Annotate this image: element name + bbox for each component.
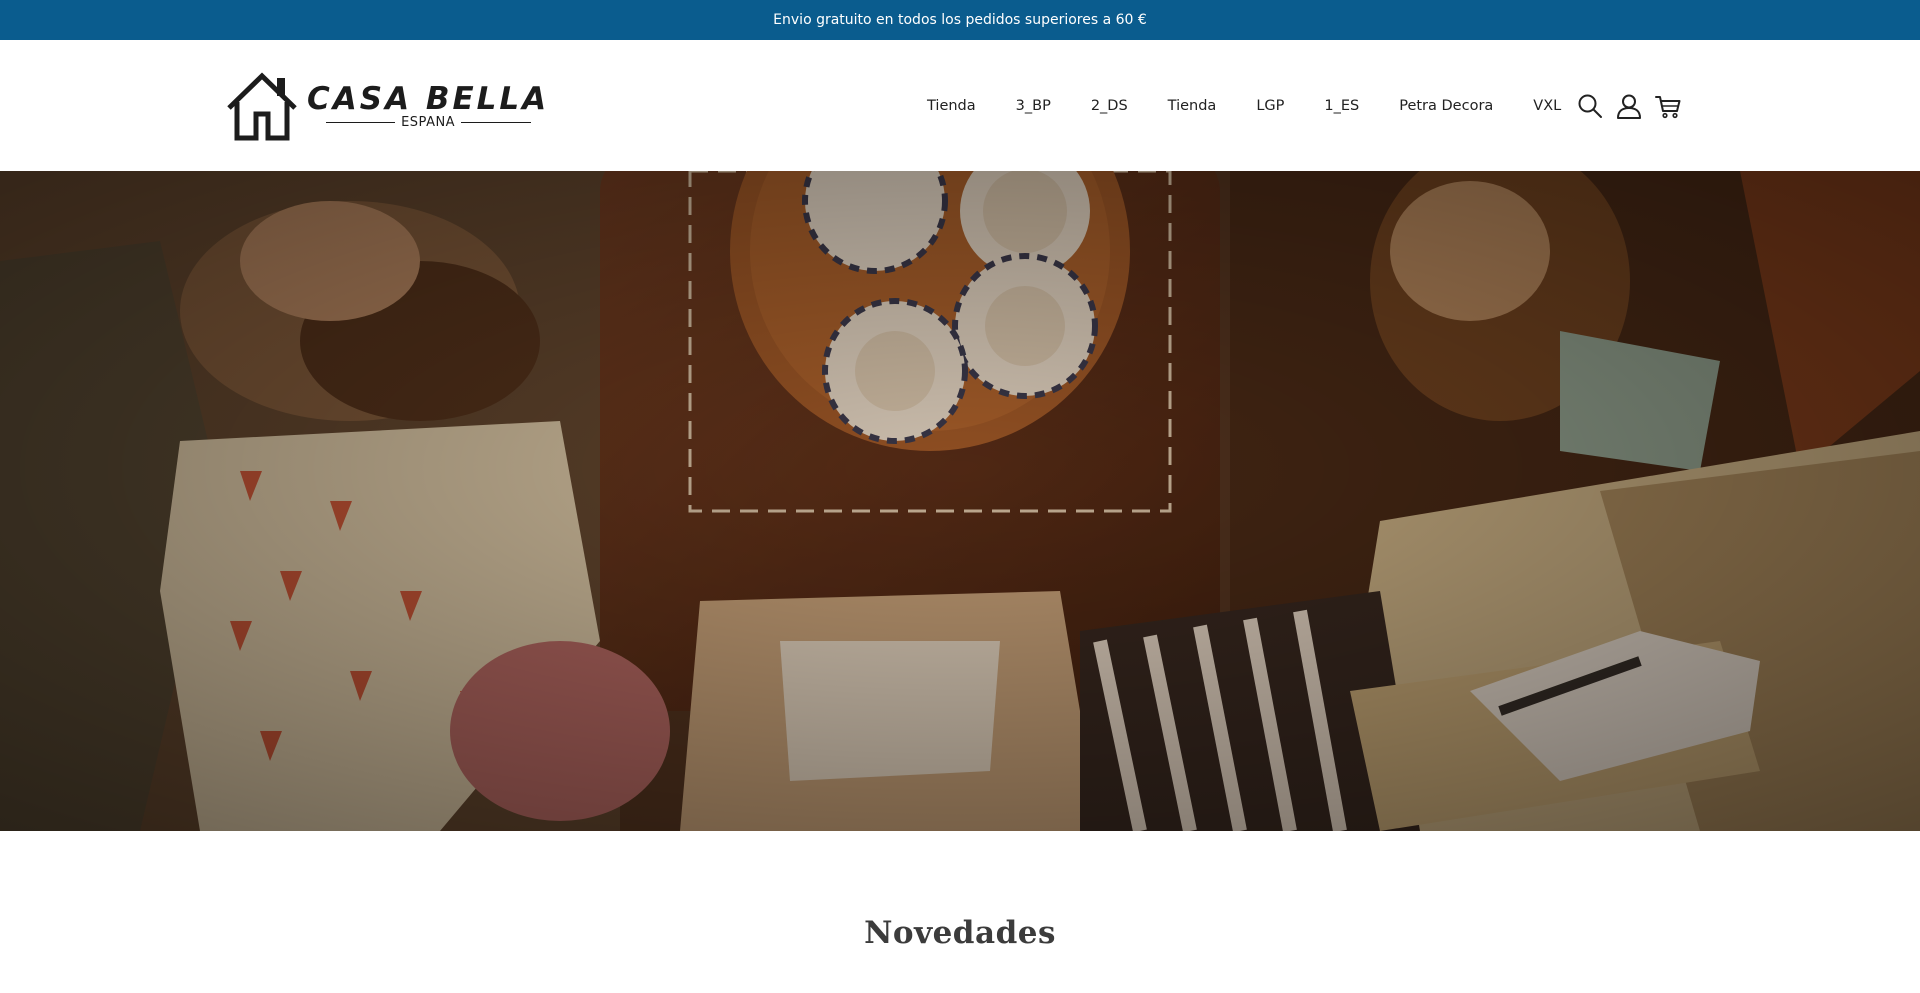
nav-item-1-es[interactable]: 1_ES [1324, 98, 1359, 114]
cart-icon [1655, 95, 1681, 118]
hero-banner [0, 171, 1920, 831]
logo-subtitle: ESPANA [401, 114, 456, 130]
section-title-novedades: Novedades [864, 915, 1056, 951]
nav-item-lgp[interactable]: LGP [1256, 98, 1284, 114]
nav-item-vxl[interactable]: VXL [1533, 98, 1561, 114]
hero-image [0, 171, 1920, 831]
nav-item-3-bp[interactable]: 3_BP [1016, 98, 1051, 114]
nav-item-tienda-2[interactable]: Tienda [1168, 98, 1217, 114]
main-nav: Tienda 3_BP 2_DS Tienda LGP 1_ES Petra D… [927, 40, 1561, 171]
account-icon [1617, 94, 1641, 119]
announcement-bar: Envio gratuito en todos los pedidos supe… [0, 0, 1920, 40]
nav-item-2-ds[interactable]: 2_DS [1091, 98, 1128, 114]
nav-item-petra-decora[interactable]: Petra Decora [1399, 98, 1493, 114]
logo[interactable]: CASA BELLA ESPANA [225, 70, 546, 142]
search-icon [1578, 94, 1602, 118]
announcement-text: Envio gratuito en todos los pedidos supe… [773, 12, 1147, 28]
logo-title: CASA BELLA [307, 80, 550, 117]
site-header: CASA BELLA ESPANA Tienda 3_BP 2_DS Tiend… [0, 40, 1920, 171]
logo-divider [461, 121, 531, 124]
nav-item-tienda[interactable]: Tienda [927, 98, 976, 114]
search-button[interactable] [1575, 91, 1605, 121]
header-icons [1575, 40, 1683, 171]
logo-divider [325, 121, 396, 124]
cart-button[interactable] [1653, 91, 1683, 121]
account-button[interactable] [1614, 91, 1644, 121]
house-logo-icon [227, 72, 297, 141]
